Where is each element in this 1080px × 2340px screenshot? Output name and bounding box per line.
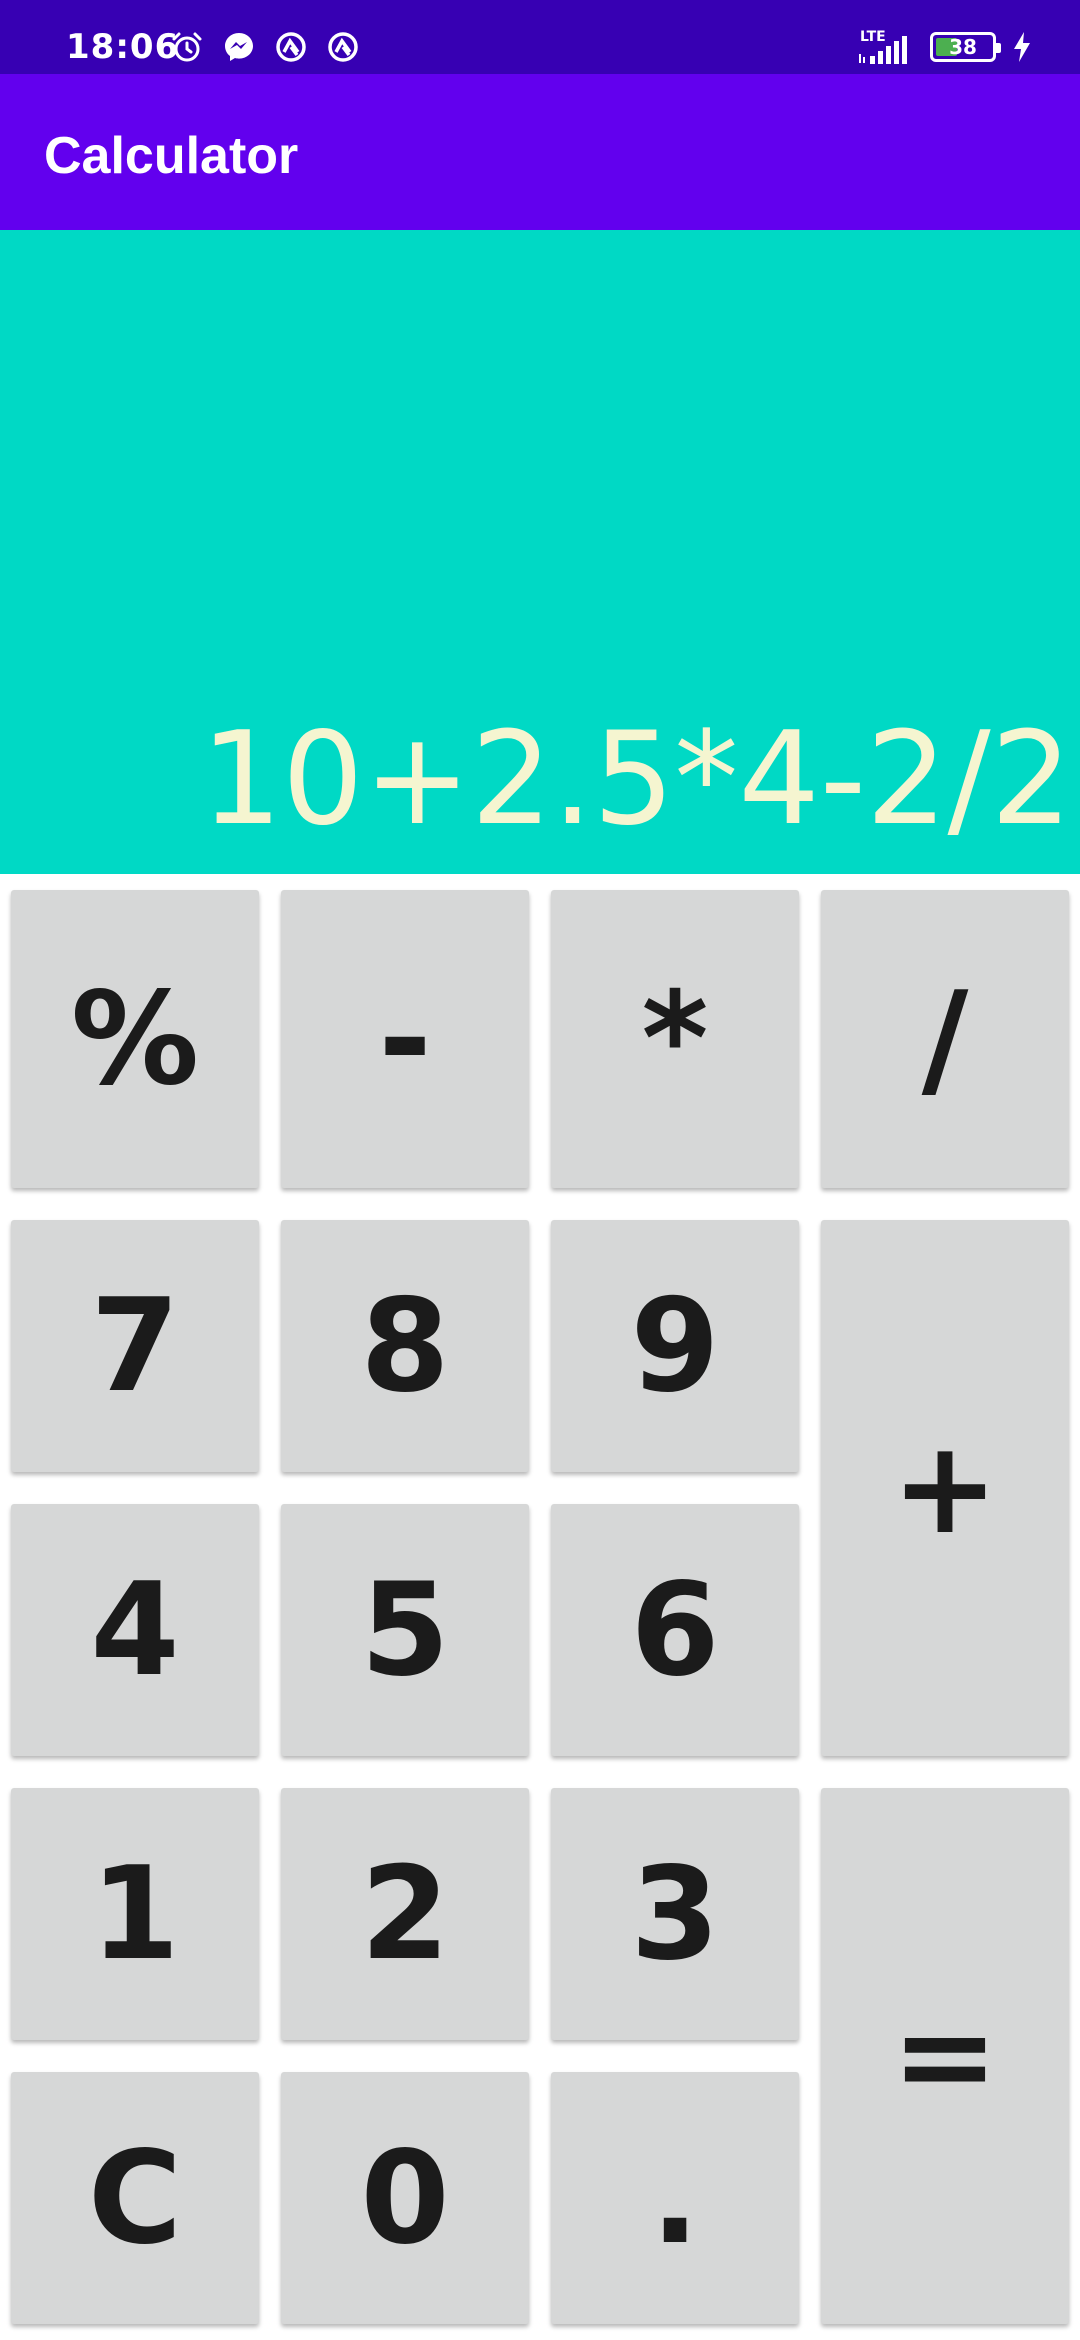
app-bar: Calculator (0, 74, 1080, 230)
five-button[interactable]: 5 (281, 1504, 529, 1756)
divide-button[interactable]: / (821, 890, 1069, 1188)
app-title: Calculator (44, 127, 299, 185)
minus-button[interactable]: - (281, 890, 529, 1188)
status-time: 18:06 (66, 27, 180, 67)
zero-button[interactable]: 0 (281, 2072, 529, 2324)
status-right: LTE 38 (856, 29, 1032, 65)
notification-icons (170, 30, 360, 64)
two-button[interactable]: 2 (281, 1788, 529, 2040)
decimal-button[interactable]: . (551, 2072, 799, 2324)
app-notification-icon (276, 32, 306, 62)
alarm-icon (172, 32, 202, 62)
percent-button[interactable]: % (11, 890, 259, 1188)
app-notification-icon (328, 32, 358, 62)
six-button[interactable]: 6 (551, 1504, 799, 1756)
expression-text: 10+2.5*4-2/2 (200, 705, 1072, 854)
messenger-icon (225, 33, 253, 61)
four-button[interactable]: 4 (11, 1504, 259, 1756)
nine-button[interactable]: 9 (551, 1220, 799, 1472)
one-button[interactable]: 1 (11, 1788, 259, 2040)
status-bar: 18:06 LTE 38 (0, 0, 1080, 74)
calculator-display: 10+2.5*4-2/2 (0, 230, 1080, 874)
keypad: % - * / 7 8 9 + 4 5 6 1 2 3 = C 0 . (0, 874, 1080, 2340)
eight-button[interactable]: 8 (281, 1220, 529, 1472)
seven-button[interactable]: 7 (11, 1220, 259, 1472)
battery-level: 38 (949, 35, 977, 59)
three-button[interactable]: 3 (551, 1788, 799, 2040)
equals-button[interactable]: = (821, 1788, 1069, 2324)
battery-icon: 38 (930, 32, 1001, 62)
charging-icon (1014, 32, 1030, 62)
signal-icon: LTE (856, 29, 914, 65)
multiply-button[interactable]: * (551, 890, 799, 1188)
plus-button[interactable]: + (821, 1220, 1069, 1756)
clear-button[interactable]: C (11, 2072, 259, 2324)
